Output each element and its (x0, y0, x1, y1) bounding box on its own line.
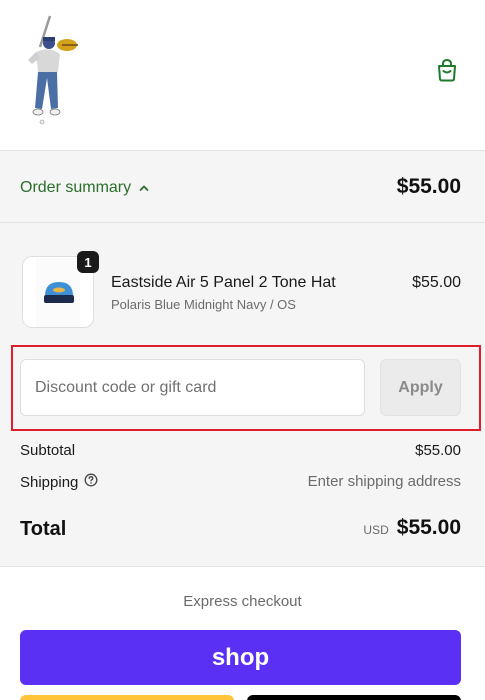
product-variant: Polaris Blue Midnight Navy / OS (111, 297, 296, 312)
shipping-value: Enter shipping address (307, 473, 461, 490)
total-amount: $55.00 (396, 516, 461, 539)
shipping-label-row: Shipping (20, 473, 98, 491)
express-pay-button[interactable] (247, 695, 461, 700)
golfer-logo-icon[interactable] (14, 12, 84, 130)
order-summary-label-row[interactable]: Order summary (20, 179, 149, 197)
header (0, 0, 485, 150)
cart-button[interactable] (433, 58, 461, 86)
product-name: Eastside Air 5 Panel 2 Tone Hat (111, 274, 336, 291)
total-label: Total (20, 518, 67, 540)
shop-pay-button[interactable]: shop (20, 630, 461, 685)
help-circle-icon[interactable] (84, 473, 98, 491)
chevron-up-icon (139, 179, 149, 197)
order-summary-toggle[interactable]: Order summary $55.00 (0, 151, 485, 223)
currency-code: USD (363, 523, 389, 537)
discount-code-input[interactable] (20, 359, 365, 416)
shipping-label: Shipping (20, 473, 79, 491)
product-price: $55.00 (412, 274, 461, 291)
shopping-bag-icon (436, 58, 458, 87)
subtotal-label: Subtotal (20, 442, 76, 459)
shop-pay-label: shop (211, 643, 270, 671)
paypal-button[interactable] (20, 695, 234, 700)
hat-product-icon (41, 279, 77, 312)
order-summary-panel: Order summary $55.00 1 Eastside Air 5 Pa… (0, 150, 485, 567)
apply-discount-button[interactable]: Apply (380, 359, 461, 416)
total-value-group: USD $55.00 (363, 516, 461, 540)
order-summary-label: Order summary (20, 179, 132, 196)
quantity-badge: 1 (77, 251, 99, 273)
express-checkout-label: Express checkout (183, 593, 302, 610)
order-summary-total: $55.00 (396, 175, 461, 198)
subtotal-value: $55.00 (415, 442, 461, 459)
